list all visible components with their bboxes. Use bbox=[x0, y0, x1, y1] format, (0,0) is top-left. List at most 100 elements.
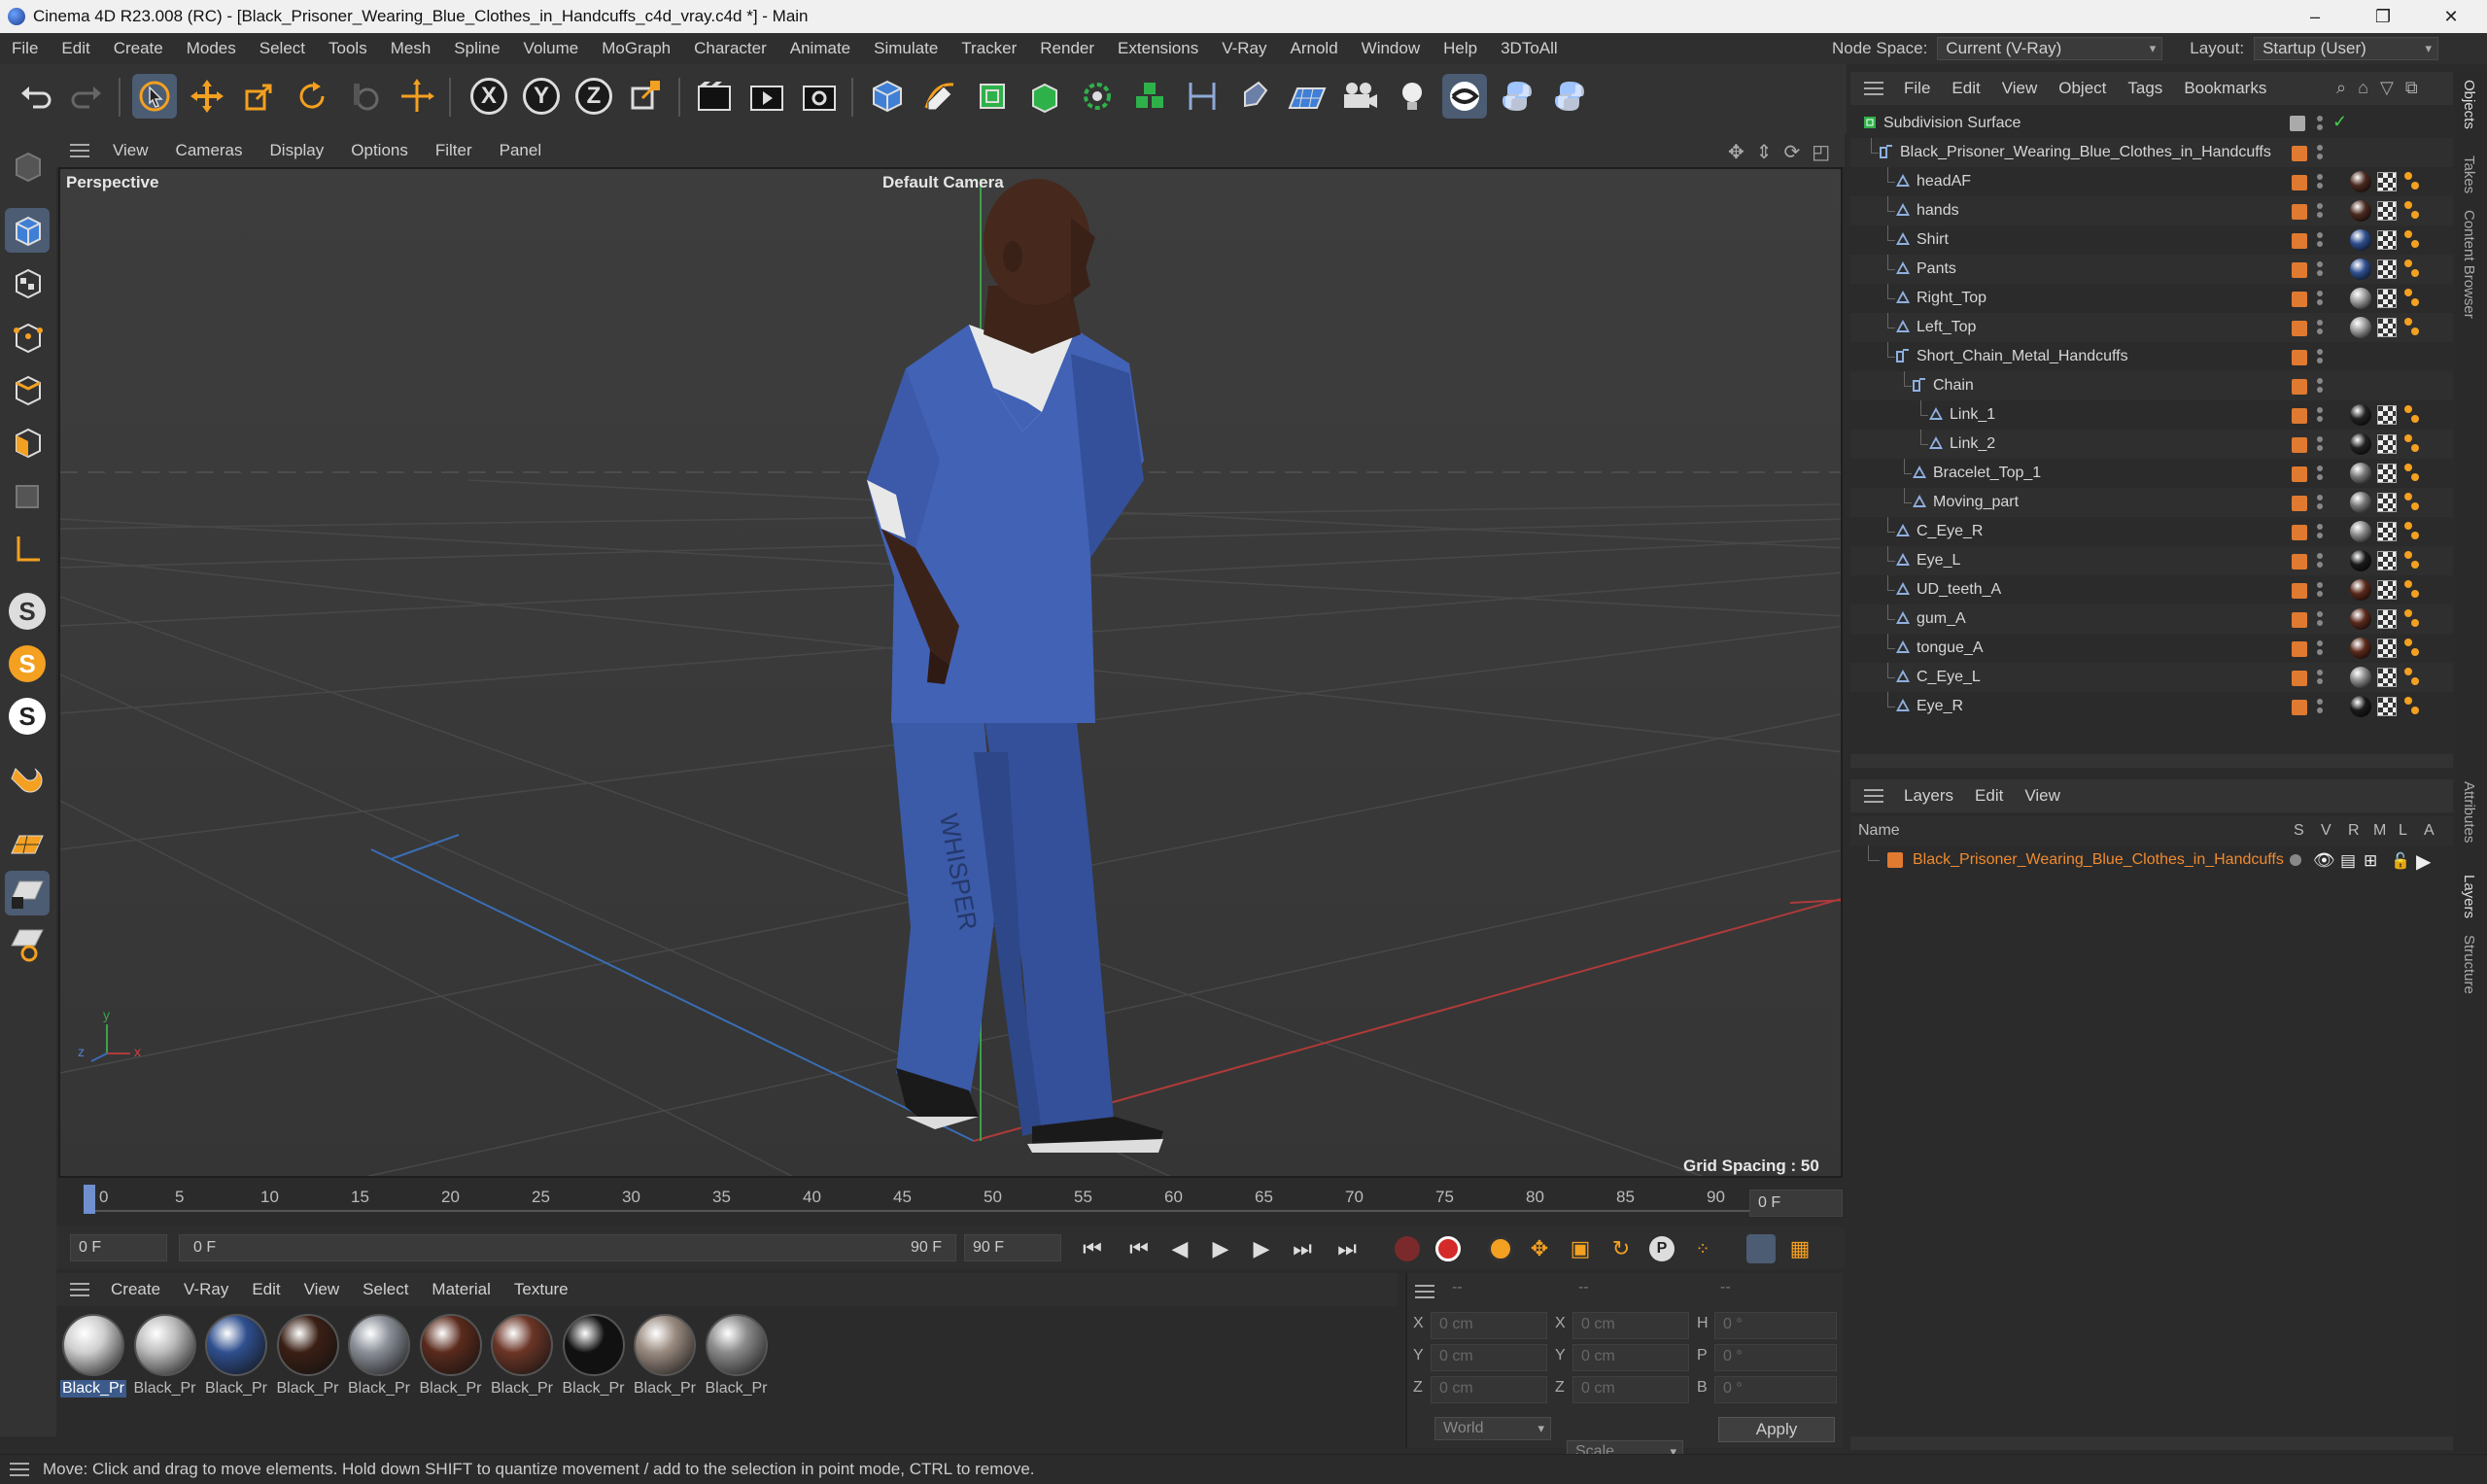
object-menu-tags[interactable]: Tags bbox=[2117, 79, 2173, 98]
visibility-dots-icon[interactable] bbox=[2317, 493, 2323, 512]
object-name[interactable]: Pants bbox=[1917, 260, 1956, 278]
frame-range-slider[interactable]: 0 F 90 F bbox=[179, 1234, 956, 1261]
snap-enable-icon[interactable]: S bbox=[5, 641, 50, 686]
visibility-dots-icon[interactable] bbox=[2317, 289, 2323, 308]
menu-arnold[interactable]: Arnold bbox=[1279, 39, 1350, 58]
selection-tag-icon[interactable] bbox=[2402, 289, 2422, 308]
visibility-dots-icon[interactable] bbox=[2317, 609, 2323, 629]
layer-color-swatch[interactable] bbox=[2292, 583, 2307, 599]
size-field[interactable]: 0 cm bbox=[1572, 1376, 1689, 1403]
size-field[interactable]: 0 cm bbox=[1572, 1312, 1689, 1339]
end-frame-field[interactable]: 90 F bbox=[964, 1234, 1061, 1261]
redo-icon[interactable] bbox=[64, 74, 109, 119]
status-menu-icon[interactable] bbox=[10, 1463, 29, 1476]
material-menu-create[interactable]: Create bbox=[99, 1280, 172, 1299]
transform-tool-icon[interactable] bbox=[395, 74, 439, 119]
light-icon[interactable] bbox=[1390, 74, 1434, 119]
visibility-dots-icon[interactable] bbox=[2317, 143, 2323, 162]
tab-structure[interactable]: Structure bbox=[2461, 935, 2477, 994]
workplane-icon[interactable] bbox=[5, 527, 50, 571]
subdivision-surface-icon[interactable] bbox=[970, 74, 1015, 119]
object-row[interactable]: hands bbox=[1850, 196, 2453, 225]
key-parameter-icon[interactable]: P bbox=[1644, 1233, 1679, 1264]
material-menu-view[interactable]: View bbox=[293, 1280, 352, 1299]
visibility-dots-icon[interactable] bbox=[2317, 434, 2323, 454]
go-to-end-icon[interactable]: ⏭ bbox=[1330, 1233, 1364, 1264]
layer-menu-layers[interactable]: Layers bbox=[1893, 786, 1964, 806]
object-row[interactable]: C_Eye_R bbox=[1850, 517, 2453, 546]
3d-viewport[interactable]: WHISPER Perspective Default Camera Grid … bbox=[58, 167, 1843, 1178]
layer-color-swatch[interactable] bbox=[2292, 321, 2307, 336]
object-name[interactable]: Link_1 bbox=[1950, 406, 1995, 424]
previous-key-icon[interactable]: ⏮ bbox=[1122, 1233, 1157, 1264]
polygon-mode-icon[interactable] bbox=[5, 420, 50, 465]
layer-lock-icon[interactable]: 🔓 bbox=[2391, 851, 2410, 871]
layer-color-swatch[interactable] bbox=[2292, 554, 2307, 569]
material-tag-icon[interactable] bbox=[2350, 200, 2371, 222]
object-row[interactable]: gum_A bbox=[1850, 604, 2453, 634]
selection-tag-icon[interactable] bbox=[2402, 201, 2422, 221]
selection-tag-icon[interactable] bbox=[2402, 580, 2422, 600]
visibility-dots-icon[interactable] bbox=[2317, 172, 2323, 191]
menu-simulate[interactable]: Simulate bbox=[862, 39, 950, 58]
extrude-icon[interactable] bbox=[1022, 74, 1067, 119]
layer-color-swatch[interactable] bbox=[2292, 671, 2307, 686]
position-field[interactable]: 0 cm bbox=[1431, 1312, 1547, 1339]
orbit-view-icon[interactable]: ⟳ bbox=[1784, 140, 1801, 164]
render-region-icon[interactable] bbox=[692, 74, 737, 119]
uvw-tag-icon[interactable] bbox=[2377, 201, 2397, 221]
layer-row[interactable]: Black_Prisoner_Wearing_Blue_Clothes_in_H… bbox=[1850, 846, 2453, 875]
material-tag-icon[interactable] bbox=[2350, 638, 2371, 659]
viewport-menu-icon[interactable] bbox=[70, 144, 89, 157]
menu-mesh[interactable]: Mesh bbox=[379, 39, 443, 58]
object-name[interactable]: Left_Top bbox=[1917, 319, 1976, 336]
material-tag-icon[interactable] bbox=[2350, 404, 2371, 426]
material-tag-icon[interactable] bbox=[2350, 579, 2371, 601]
vray-icon[interactable] bbox=[1442, 74, 1487, 119]
visibility-dots-icon[interactable] bbox=[2317, 318, 2323, 337]
viewport-menu-panel[interactable]: Panel bbox=[486, 141, 555, 160]
rotation-field[interactable]: 0 ° bbox=[1714, 1376, 1837, 1403]
layer-name[interactable]: Black_Prisoner_Wearing_Blue_Clothes_in_H… bbox=[1913, 851, 2284, 869]
layer-render-icon[interactable]: ▤ bbox=[2340, 851, 2356, 871]
pen-spline-icon[interactable] bbox=[917, 74, 962, 119]
object-row[interactable]: Black_Prisoner_Wearing_Blue_Clothes_in_H… bbox=[1850, 138, 2453, 167]
selection-tag-icon[interactable] bbox=[2402, 318, 2422, 337]
object-name[interactable]: Subdivision Surface bbox=[1883, 115, 2021, 132]
layer-color-swatch[interactable] bbox=[2292, 204, 2307, 220]
pan-view-icon[interactable]: ✥ bbox=[1728, 140, 1744, 164]
menu-edit[interactable]: Edit bbox=[50, 39, 101, 58]
uvw-tag-icon[interactable] bbox=[2377, 259, 2397, 279]
layer-color-swatch[interactable] bbox=[2292, 496, 2307, 511]
edge-mode-icon[interactable] bbox=[5, 367, 50, 412]
filter-icon[interactable]: ▽ bbox=[2380, 78, 2394, 98]
object-row[interactable]: Link_1 bbox=[1850, 400, 2453, 430]
rotation-field[interactable]: 0 ° bbox=[1714, 1344, 1837, 1371]
render-view-icon[interactable] bbox=[744, 74, 789, 119]
search-icon[interactable]: ⌕ bbox=[2336, 78, 2346, 98]
timeline-ruler[interactable]: 0 5 10 15 20 25 30 35 40 45 50 55 60 65 … bbox=[56, 1181, 1845, 1225]
grid-plane-icon[interactable] bbox=[5, 822, 50, 867]
python-plugin-icon[interactable] bbox=[1547, 74, 1592, 119]
object-name[interactable]: Right_Top bbox=[1917, 290, 1986, 307]
object-row[interactable]: Shirt bbox=[1850, 225, 2453, 255]
select-tool-icon[interactable] bbox=[132, 74, 177, 119]
menu-file[interactable]: File bbox=[0, 39, 50, 58]
uvw-tag-icon[interactable] bbox=[2377, 522, 2397, 541]
material-tag-icon[interactable] bbox=[2350, 288, 2371, 309]
viewport-menu-view[interactable]: View bbox=[99, 141, 162, 160]
selection-tag-icon[interactable] bbox=[2402, 697, 2422, 716]
layer-visible-icon[interactable]: 👁 bbox=[2313, 850, 2335, 871]
material-menu-select[interactable]: Select bbox=[351, 1280, 420, 1299]
selection-tag-icon[interactable] bbox=[2402, 259, 2422, 279]
menu-window[interactable]: Window bbox=[1350, 39, 1432, 58]
layout-select[interactable]: Startup (User) ▾ bbox=[2254, 37, 2439, 60]
object-name[interactable]: Chain bbox=[1933, 377, 1974, 395]
selection-tag-icon[interactable] bbox=[2402, 668, 2422, 687]
maximize-view-icon[interactable]: ◰ bbox=[1812, 140, 1830, 164]
material-swatch[interactable]: Black_Pr bbox=[203, 1314, 269, 1398]
object-name[interactable]: C_Eye_L bbox=[1917, 669, 1981, 686]
make-editable-icon[interactable] bbox=[5, 144, 50, 189]
key-pla-icon[interactable]: ⁘ bbox=[1685, 1233, 1720, 1264]
object-row[interactable]: Pants bbox=[1850, 255, 2453, 284]
